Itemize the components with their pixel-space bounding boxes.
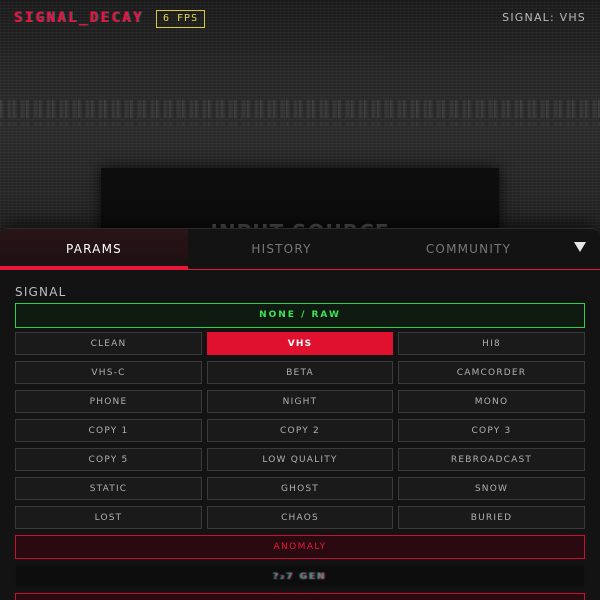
tab-history[interactable]: HISTORY <box>188 229 375 269</box>
preset-beta-button[interactable]: BETA <box>207 361 393 384</box>
preset-rebroadcast-button[interactable]: REBROADCAST <box>398 448 585 471</box>
preset-anomaly-button[interactable]: ANOMALY <box>15 535 585 559</box>
preset-clean-button[interactable]: CLEAN <box>15 332 202 355</box>
preset-partial-button[interactable] <box>15 593 585 600</box>
signal-status: SIGNAL: VHS <box>502 11 586 24</box>
tracking-noise-line <box>0 122 600 126</box>
preset-camcorder-button[interactable]: CAMCORDER <box>398 361 585 384</box>
preset-buried-button[interactable]: BURIED <box>398 506 585 529</box>
preset-glitch-button[interactable]: ?₂7 GEN <box>15 565 585 587</box>
preset-ghost-button[interactable]: GHOST <box>207 477 393 500</box>
preset-none-raw-button[interactable]: NONE / RAW <box>15 303 585 328</box>
app-title: SIGNAL_DECAY <box>14 10 144 26</box>
fps-badge: 6 FPS <box>156 10 206 28</box>
preset-copy-1-button[interactable]: COPY 1 <box>15 419 202 442</box>
preset-chaos-button[interactable]: CHAOS <box>207 506 393 529</box>
preset-low-quality-button[interactable]: LOW QUALITY <box>207 448 393 471</box>
signal-section-label: SIGNAL <box>15 285 67 299</box>
preset-lost-button[interactable]: LOST <box>15 506 202 529</box>
preset-mono-button[interactable]: MONO <box>398 390 585 413</box>
tracking-noise-band <box>0 100 600 118</box>
tab-community[interactable]: COMMUNITY <box>375 229 562 269</box>
preset-copy-5-button[interactable]: COPY 5 <box>15 448 202 471</box>
app-root: INPUT SOURCE SIGNAL_DECAY 6 FPS SIGNAL: … <box>0 0 600 600</box>
preset-phone-button[interactable]: PHONE <box>15 390 202 413</box>
controls-panel: PARAMS HISTORY COMMUNITY SIGNAL NONE / R… <box>0 228 600 600</box>
preset-snow-button[interactable]: SNOW <box>398 477 585 500</box>
preset-night-button[interactable]: NIGHT <box>207 390 393 413</box>
tab-params[interactable]: PARAMS <box>0 229 188 269</box>
preset-vhs-c-button[interactable]: VHS-C <box>15 361 202 384</box>
preset-copy-3-button[interactable]: COPY 3 <box>398 419 585 442</box>
tab-bar: PARAMS HISTORY COMMUNITY <box>0 229 600 270</box>
preset-copy-2-button[interactable]: COPY 2 <box>207 419 393 442</box>
preset-static-button[interactable]: STATIC <box>15 477 202 500</box>
preset-hi8-button[interactable]: HI8 <box>398 332 585 355</box>
preset-vhs-button[interactable]: VHS <box>207 332 393 355</box>
triangle-down-icon[interactable] <box>574 242 586 252</box>
